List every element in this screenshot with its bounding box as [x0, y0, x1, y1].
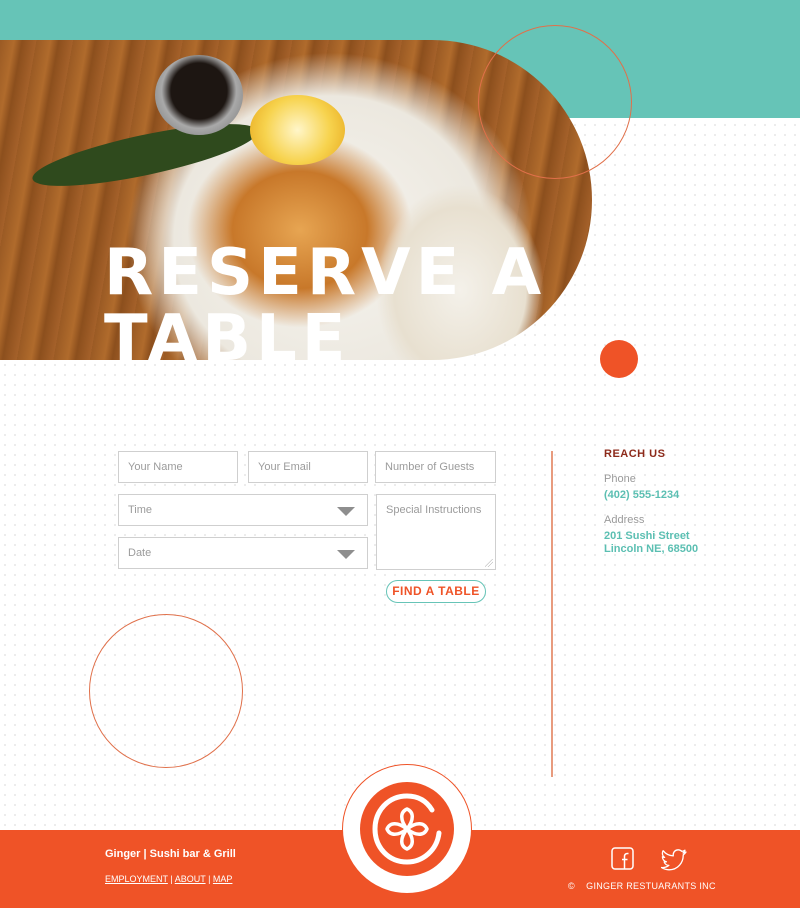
page-title-line-1: RESERVE A	[104, 236, 547, 310]
chevron-down-icon	[337, 550, 355, 559]
name-input[interactable]: Your Name	[118, 451, 238, 483]
decorative-ring-left	[89, 614, 243, 768]
decorative-ring-top	[478, 25, 632, 179]
decorative-dot	[600, 340, 638, 378]
employment-link[interactable]: EMPLOYMENT	[105, 874, 168, 884]
special-instructions-placeholder: Special Instructions	[386, 504, 482, 516]
time-select[interactable]: Time	[118, 494, 368, 526]
guests-input[interactable]: Number of Guests	[375, 451, 496, 483]
copyright-symbol: ©	[568, 881, 575, 891]
email-input[interactable]: Your Email	[248, 451, 368, 483]
resize-handle-icon[interactable]	[485, 559, 493, 567]
page-title-line-2: TABLE	[104, 302, 351, 376]
hero-sauce-cup	[155, 55, 243, 135]
copyright: © GINGER RESTUARANTS INC	[568, 881, 716, 891]
footer-brand: Ginger | Sushi bar & Grill	[105, 848, 236, 860]
phone-link[interactable]: (402) 555-1234	[604, 489, 794, 501]
address-line-1: 201 Sushi Street	[604, 530, 690, 542]
facebook-icon[interactable]	[610, 846, 636, 872]
twitter-icon[interactable]	[661, 845, 689, 873]
about-link[interactable]: ABOUT	[175, 874, 206, 884]
copyright-text: GINGER RESTUARANTS INC	[586, 881, 716, 891]
special-instructions-textarea[interactable]: Special Instructions	[376, 494, 496, 570]
name-input-placeholder: Your Name	[128, 461, 183, 473]
page-title: RESERVE A TABLE	[104, 240, 564, 372]
email-input-placeholder: Your Email	[258, 461, 311, 473]
find-a-table-button[interactable]: FIND A TABLE	[386, 580, 486, 603]
logo-badge	[360, 782, 454, 876]
address-line-2: Lincoln NE, 68500	[604, 543, 699, 555]
reach-us-panel: REACH US Phone (402) 555-1234 Address 20…	[604, 448, 794, 556]
footer-links: EMPLOYMENT | ABOUT | MAP	[105, 874, 232, 884]
time-select-label: Time	[128, 504, 153, 516]
ginger-logo[interactable]	[342, 764, 472, 894]
reach-us-title: REACH US	[604, 448, 666, 460]
date-select-label: Date	[128, 547, 152, 559]
hero-lemon-slice	[250, 95, 345, 165]
ginger-flower-logo-icon	[372, 793, 442, 865]
date-select[interactable]: Date	[118, 537, 368, 569]
address-link[interactable]: 201 Sushi Street Lincoln NE, 68500	[604, 530, 794, 556]
chevron-down-icon	[337, 507, 355, 516]
address-label: Address	[604, 514, 645, 526]
vertical-divider	[551, 451, 553, 777]
map-link[interactable]: MAP	[213, 874, 233, 884]
guests-input-placeholder: Number of Guests	[385, 461, 475, 473]
phone-label: Phone	[604, 473, 636, 485]
